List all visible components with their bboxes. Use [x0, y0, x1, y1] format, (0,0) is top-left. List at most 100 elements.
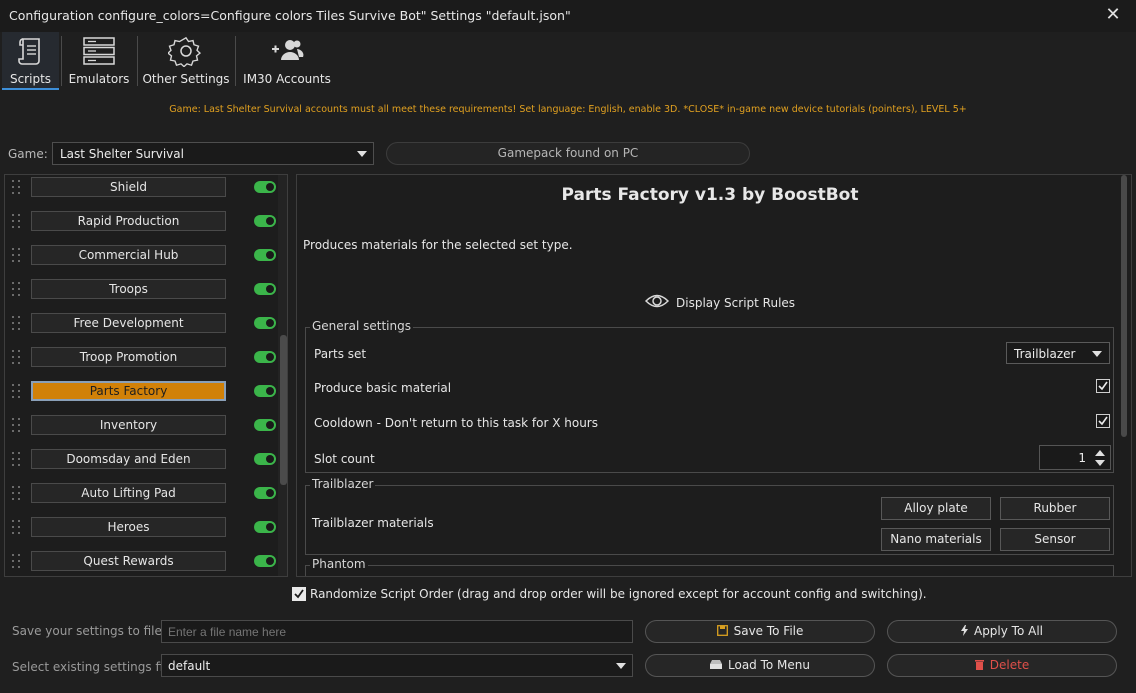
script-button[interactable]: Doomsday and Eden	[31, 449, 226, 469]
randomize-checkbox[interactable]	[292, 586, 306, 601]
script-row[interactable]: Doomsday and Eden	[5, 449, 287, 483]
lightning-icon	[960, 625, 968, 636]
trailblazer-legend: Trailblazer	[310, 477, 376, 491]
script-row[interactable]: Troops	[5, 279, 287, 313]
script-row[interactable]: Rapid Production	[5, 211, 287, 245]
script-button[interactable]: Rapid Production	[31, 211, 226, 231]
script-button[interactable]: Troops	[31, 279, 226, 299]
phantom-group: Phantom	[305, 557, 1114, 576]
script-enabled-toggle[interactable]	[254, 181, 276, 193]
drag-handle-icon[interactable]	[12, 350, 22, 368]
script-enabled-toggle[interactable]	[254, 283, 276, 295]
save-to-file-label: Save To File	[733, 624, 804, 638]
detail-scrollbar[interactable]	[1119, 175, 1129, 576]
script-button[interactable]: Quest Rewards	[31, 551, 226, 571]
users-icon	[272, 40, 304, 60]
general-settings-legend: General settings	[310, 319, 413, 333]
script-button[interactable]: Inventory	[31, 415, 226, 435]
tab-label: IM30 Accounts	[243, 72, 331, 86]
script-enabled-toggle[interactable]	[254, 215, 276, 227]
script-enabled-toggle[interactable]	[254, 453, 276, 465]
drag-handle-icon[interactable]	[12, 384, 22, 402]
script-row[interactable]: Heroes	[5, 517, 287, 551]
drag-handle-icon[interactable]	[12, 486, 22, 504]
script-row[interactable]: Commercial Hub	[5, 245, 287, 279]
script-button[interactable]: Shield	[31, 177, 226, 197]
script-button[interactable]: Parts Factory	[31, 381, 226, 401]
tray-icon	[710, 660, 722, 669]
load-to-menu-button[interactable]: Load To Menu	[645, 654, 875, 677]
scrollbar-thumb[interactable]	[1121, 175, 1127, 437]
tab-other-settings[interactable]: Other Settings	[140, 32, 232, 90]
save-to-file-button[interactable]: Save To File	[645, 620, 875, 643]
settings-file-select[interactable]: default	[161, 654, 633, 677]
floppy-disk-icon	[716, 625, 728, 636]
title-bar: Configuration configure_colors=Configure…	[0, 0, 1136, 32]
rules-label: Display Script Rules	[676, 296, 796, 310]
drag-handle-icon[interactable]	[12, 180, 22, 198]
script-list-scrollbar[interactable]	[278, 175, 287, 576]
delete-button[interactable]: Delete	[887, 654, 1117, 677]
script-button[interactable]: Commercial Hub	[31, 245, 226, 265]
script-enabled-toggle[interactable]	[254, 521, 276, 533]
tab-emulators[interactable]: Emulators	[64, 32, 134, 90]
drag-handle-icon[interactable]	[12, 452, 22, 470]
game-select-value: Last Shelter Survival	[60, 147, 184, 161]
script-row[interactable]: Shield	[5, 177, 287, 211]
server-icon	[83, 37, 115, 65]
drag-handle-icon[interactable]	[12, 282, 22, 300]
scrollbar-thumb[interactable]	[280, 335, 287, 485]
drag-handle-icon[interactable]	[12, 554, 22, 572]
script-row[interactable]: Auto Lifting Pad	[5, 483, 287, 517]
delete-label: Delete	[989, 658, 1030, 672]
script-detail-panel: Parts Factory v1.3 by BoostBot Produces …	[296, 174, 1132, 577]
drag-handle-icon[interactable]	[12, 214, 22, 232]
material-button-alloy-plate[interactable]: Alloy plate	[881, 497, 991, 520]
apply-to-all-button[interactable]: Apply To All	[887, 620, 1117, 643]
tab-im30-accounts[interactable]: IM30 Accounts	[238, 32, 336, 90]
script-row[interactable]: Inventory	[5, 415, 287, 449]
material-button-sensor[interactable]: Sensor	[1000, 528, 1110, 551]
script-row[interactable]: Parts Factory	[5, 381, 287, 415]
increment-icon[interactable]	[1092, 448, 1108, 458]
slot-count-value: 1	[1078, 451, 1086, 465]
close-icon[interactable]: ✕	[1102, 5, 1124, 27]
phantom-legend: Phantom	[310, 557, 368, 571]
script-enabled-toggle[interactable]	[254, 487, 276, 499]
script-enabled-toggle[interactable]	[254, 419, 276, 431]
randomize-order-option[interactable]: Randomize Script Order (drag and drop or…	[288, 586, 927, 602]
decrement-icon[interactable]	[1092, 458, 1108, 468]
script-enabled-toggle[interactable]	[254, 385, 276, 397]
drag-handle-icon[interactable]	[12, 418, 22, 436]
file-name-input[interactable]	[161, 620, 633, 643]
drag-handle-icon[interactable]	[12, 316, 22, 334]
cooldown-label: Cooldown - Don't return to this task for…	[314, 416, 598, 430]
script-button[interactable]: Auto Lifting Pad	[31, 483, 226, 503]
select-settings-label: Select existing settings file	[12, 660, 174, 674]
script-row[interactable]: Free Development	[5, 313, 287, 347]
game-select[interactable]: Last Shelter Survival	[52, 142, 374, 165]
produce-basic-checkbox[interactable]	[1096, 379, 1110, 393]
script-description: Produces materials for the selected set …	[303, 238, 573, 252]
script-enabled-toggle[interactable]	[254, 351, 276, 363]
slot-count-stepper[interactable]: 1	[1039, 445, 1111, 470]
material-button-nano-materials[interactable]: Nano materials	[881, 528, 991, 551]
check-icon	[1098, 381, 1108, 391]
script-enabled-toggle[interactable]	[254, 555, 276, 567]
script-enabled-toggle[interactable]	[254, 317, 276, 329]
script-row[interactable]: Quest Rewards	[5, 551, 287, 576]
slot-count-label: Slot count	[314, 452, 375, 466]
script-button[interactable]: Troop Promotion	[31, 347, 226, 367]
drag-handle-icon[interactable]	[12, 248, 22, 266]
script-button[interactable]: Free Development	[31, 313, 226, 333]
parts-set-select[interactable]: Trailblazer	[1006, 342, 1110, 364]
script-row[interactable]: Troop Promotion	[5, 347, 287, 381]
tab-scripts[interactable]: Scripts	[2, 32, 59, 90]
drag-handle-icon[interactable]	[12, 520, 22, 538]
material-button-rubber[interactable]: Rubber	[1000, 497, 1110, 520]
game-requirements-notice: Game: Last Shelter Survival accounts mus…	[169, 104, 967, 115]
script-enabled-toggle[interactable]	[254, 249, 276, 261]
script-button[interactable]: Heroes	[31, 517, 226, 537]
randomize-label: Randomize Script Order (drag and drop or…	[310, 587, 927, 601]
cooldown-checkbox[interactable]	[1096, 414, 1110, 428]
